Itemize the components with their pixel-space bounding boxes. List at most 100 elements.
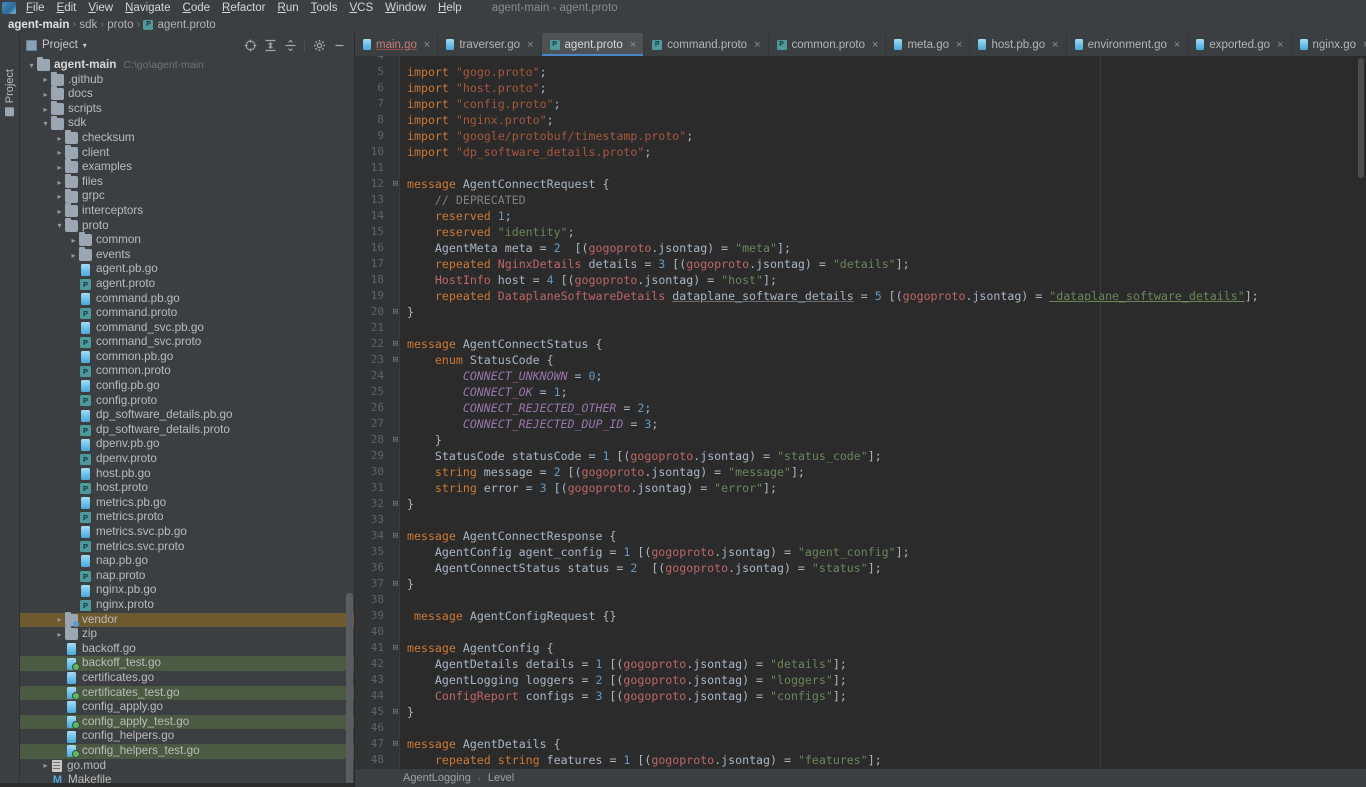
tree-node-config-apply-test-go[interactable]: config_apply_test.go xyxy=(20,714,354,730)
code-line[interactable]: 31 string error = 3 [(gogoproto.jsontag)… xyxy=(355,480,1366,496)
code-line[interactable]: 11 xyxy=(355,160,1366,176)
tree-node-grpc[interactable]: ▸ grpc xyxy=(20,188,354,204)
tree-node-vendor[interactable]: ▸ vendor xyxy=(20,611,354,628)
chevron-right-icon[interactable]: ▸ xyxy=(54,615,65,624)
code-line[interactable]: 46 xyxy=(355,720,1366,736)
menu-item-code[interactable]: Code xyxy=(177,0,217,16)
code-line[interactable]: 5 import "gogo.proto"; xyxy=(355,64,1366,80)
fold-toggle-icon[interactable]: ⊟ xyxy=(391,352,400,368)
chevron-down-icon[interactable]: ▾ xyxy=(26,61,37,70)
fold-toggle-icon[interactable]: ⊟ xyxy=(391,640,400,656)
breadcrumb-item-agent-main[interactable]: agent-main xyxy=(8,19,69,31)
tree-node-dp-software-details-pb-go[interactable]: dp_software_details.pb.go xyxy=(20,408,354,423)
menu-item-help[interactable]: Help xyxy=(432,0,468,16)
structure-breadcrumb-item-level[interactable]: Level xyxy=(488,772,514,784)
code-line[interactable]: 13 // DEPRECATED xyxy=(355,192,1366,208)
tree-node-config-pb-go[interactable]: config.pb.go xyxy=(20,379,354,394)
chevron-right-icon[interactable]: ▸ xyxy=(54,163,65,172)
tree-node--github[interactable]: ▸ .github xyxy=(20,71,354,88)
tree-node-scripts[interactable]: ▸ scripts xyxy=(20,101,354,117)
menu-item-file[interactable]: File xyxy=(20,0,51,16)
close-icon[interactable]: × xyxy=(527,39,533,51)
tree-node-metrics-proto[interactable]: metrics.proto xyxy=(20,510,354,525)
editor-tab-bar[interactable]: main.go×traverser.go×agent.proto×command… xyxy=(355,33,1366,56)
close-icon[interactable]: × xyxy=(630,39,636,51)
code-line[interactable]: 18 HostInfo host = 4 [(gogoproto.jsontag… xyxy=(355,272,1366,288)
code-line[interactable]: 30 string message = 2 [(gogoproto.jsonta… xyxy=(355,464,1366,480)
chevron-right-icon[interactable]: ▸ xyxy=(54,178,65,187)
menu-item-refactor[interactable]: Refactor xyxy=(216,0,271,16)
tree-node-config-apply-go[interactable]: config_apply.go xyxy=(20,700,354,715)
tree-node-command-pb-go[interactable]: command.pb.go xyxy=(20,292,354,307)
chevron-right-icon[interactable]: ▸ xyxy=(54,207,65,216)
editor-tab-environment-go[interactable]: environment.go × xyxy=(1067,33,1189,56)
fold-toggle-icon[interactable]: ⊟ xyxy=(391,736,400,752)
locate-icon[interactable] xyxy=(241,36,259,54)
code-line[interactable]: 27 CONNECT_REJECTED_DUP_ID = 3; xyxy=(355,416,1366,432)
code-line[interactable]: 40 xyxy=(355,624,1366,640)
code-line[interactable]: 21 xyxy=(355,320,1366,336)
editor-tab-exported-go[interactable]: exported.go × xyxy=(1188,33,1292,56)
code-line[interactable]: 36 AgentConnectStatus status = 2 [(gogop… xyxy=(355,560,1366,576)
breadcrumb-item-sdk[interactable]: sdk xyxy=(79,19,97,31)
fold-toggle-icon[interactable]: ⊟ xyxy=(391,336,400,352)
code-line[interactable]: 43 AgentLogging loggers = 2 [(gogoproto.… xyxy=(355,672,1366,688)
code-line[interactable]: 6 import "host.proto"; xyxy=(355,80,1366,96)
fold-toggle-icon[interactable]: ⊟ xyxy=(391,304,400,320)
editor-scrollbar-thumb[interactable] xyxy=(1358,58,1364,178)
project-tree[interactable]: ▾ agent-main C:\go\agent-main ▸ .github ▸ docs… xyxy=(20,57,354,787)
close-icon[interactable]: × xyxy=(1277,39,1283,51)
editor-scrollbar[interactable] xyxy=(1356,56,1366,769)
fold-toggle-icon[interactable]: ⊟ xyxy=(391,432,400,448)
tree-node-metrics-svc-proto[interactable]: metrics.svc.proto xyxy=(20,540,354,555)
editor-tab-main-go[interactable]: main.go × xyxy=(355,33,439,56)
collapse-all-icon[interactable] xyxy=(281,36,299,54)
code-line[interactable]: 10 import "dp_software_details.proto"; xyxy=(355,144,1366,160)
code-line[interactable]: 7 import "config.proto"; xyxy=(355,96,1366,112)
chevron-right-icon[interactable]: ▸ xyxy=(54,192,65,201)
code-line[interactable]: 25 CONNECT_OK = 1; xyxy=(355,384,1366,400)
tree-node-client[interactable]: ▸ client xyxy=(20,144,354,161)
tree-node-dpenv-pb-go[interactable]: dpenv.pb.go xyxy=(20,437,354,452)
tree-node-proto[interactable]: ▾ proto xyxy=(20,217,354,234)
code-line[interactable]: 22 ⊟ message AgentConnectStatus { xyxy=(355,336,1366,352)
code-line[interactable]: 48 repeated string features = 1 [(gogopr… xyxy=(355,752,1366,768)
code-line[interactable]: 42 AgentDetails details = 1 [(gogoproto.… xyxy=(355,656,1366,672)
editor-tab-common-proto[interactable]: common.proto × xyxy=(769,33,887,56)
code-line[interactable]: 20 ⊟} xyxy=(355,304,1366,320)
code-line[interactable]: 26 CONNECT_REJECTED_OTHER = 2; xyxy=(355,400,1366,416)
close-icon[interactable]: × xyxy=(872,39,878,51)
tree-node-command-proto[interactable]: command.proto xyxy=(20,306,354,321)
menu-item-edit[interactable]: Edit xyxy=(51,0,83,16)
close-icon[interactable]: × xyxy=(1174,39,1180,51)
tree-node-certificates-go[interactable]: certificates.go xyxy=(20,671,354,686)
code-line[interactable]: 28 ⊟ } xyxy=(355,432,1366,448)
code-line[interactable]: 44 ConfigReport configs = 3 [(gogoproto.… xyxy=(355,688,1366,704)
code-line[interactable]: 19 repeated DataplaneSoftwareDetails dat… xyxy=(355,288,1366,304)
project-tree-scrollbar[interactable] xyxy=(346,593,353,787)
tree-node-files[interactable]: ▸ files xyxy=(20,174,354,190)
gear-icon[interactable] xyxy=(310,36,328,54)
editor-tab-host-pb-go[interactable]: host.pb.go × xyxy=(970,33,1067,56)
code-line[interactable]: 8 import "nginx.proto"; xyxy=(355,112,1366,128)
code-line[interactable]: 24 CONNECT_UNKNOWN = 0; xyxy=(355,368,1366,384)
structure-breadcrumb-item-agentlogging[interactable]: AgentLogging xyxy=(403,772,471,784)
fold-toggle-icon[interactable]: ⊟ xyxy=(391,528,400,544)
code-line[interactable]: 35 AgentConfig agent_config = 1 [(gogopr… xyxy=(355,544,1366,560)
code-line[interactable]: 9 import "google/protobuf/timestamp.proto… xyxy=(355,128,1366,144)
tree-node-host-pb-go[interactable]: host.pb.go xyxy=(20,467,354,482)
menu-item-vcs[interactable]: VCS xyxy=(343,0,379,16)
chevron-right-icon[interactable]: ▸ xyxy=(40,90,51,99)
code-line[interactable]: 37 ⊟} xyxy=(355,576,1366,592)
close-icon[interactable]: × xyxy=(424,39,430,51)
editor-tab-traverser-go[interactable]: traverser.go × xyxy=(438,33,542,56)
tree-node-agent-proto[interactable]: agent.proto xyxy=(20,277,354,292)
editor-tab-meta-go[interactable]: meta.go × xyxy=(886,33,971,56)
tree-node-nginx-pb-go[interactable]: nginx.pb.go xyxy=(20,583,354,598)
tree-node-backoff-go[interactable]: backoff.go xyxy=(20,642,354,657)
chevron-right-icon[interactable]: ▸ xyxy=(40,105,51,114)
chevron-right-icon[interactable]: ▸ xyxy=(54,630,65,639)
tree-node-config-proto[interactable]: config.proto xyxy=(20,394,354,409)
close-icon[interactable]: × xyxy=(754,39,760,51)
tree-node-nap-proto[interactable]: nap.proto xyxy=(20,569,354,584)
